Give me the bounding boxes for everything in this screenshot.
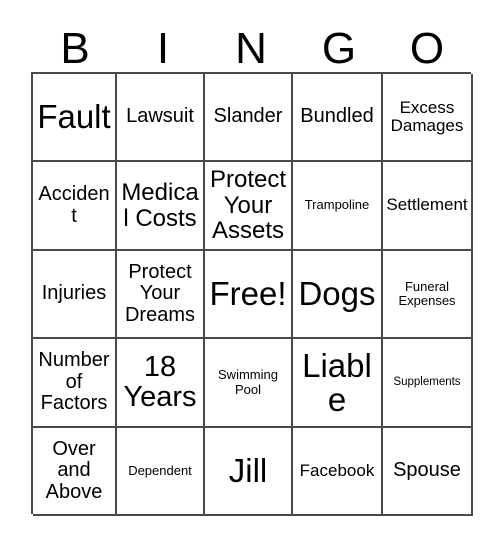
bingo-cell-label: Trampoline [304, 197, 370, 213]
bingo-cell-label: Number of Factors [38, 349, 110, 415]
bingo-cell-label: Fault [37, 98, 111, 136]
bingo-cell-label: Free! [209, 275, 287, 313]
bingo-cell-label: Liable [302, 346, 372, 418]
bingo-cell-label: Bundled [300, 105, 374, 128]
bingo-cell[interactable]: Jill [205, 428, 293, 516]
bingo-cell[interactable]: Excess Damages [383, 74, 473, 162]
bingo-card: B I N G O Fault Lawsuit Slander Bundled … [0, 0, 500, 544]
bingo-cell[interactable]: Number of Factors [33, 339, 117, 428]
bingo-cell[interactable]: Liable [293, 339, 383, 428]
bingo-header-letter-g: G [321, 24, 357, 73]
bingo-cell-label: Medical Costs [121, 178, 199, 232]
bingo-cell-label: Jill [228, 452, 268, 490]
bingo-cell[interactable]: Injuries [33, 251, 117, 339]
bingo-cell[interactable]: Supplements [383, 339, 473, 428]
bingo-cell[interactable]: Funeral Expenses [383, 251, 473, 339]
bingo-cell-label: Dogs [298, 275, 376, 313]
bingo-cell-label: Injuries [41, 282, 107, 305]
bingo-cell-label: Funeral Expenses [398, 278, 456, 308]
bingo-cell[interactable]: Slander [205, 74, 293, 162]
bingo-cell[interactable]: Swimming Pool [205, 339, 293, 428]
bingo-header-letter-n: N [235, 24, 267, 73]
bingo-cell-free-space[interactable]: Free! [205, 251, 293, 339]
bingo-cell[interactable]: Spouse [383, 428, 473, 516]
bingo-cell-label: Swimming Pool [218, 367, 278, 397]
bingo-cell-label: Protect Your Dreams [124, 260, 195, 326]
bingo-header-letter-o: O [409, 24, 445, 73]
bingo-cell[interactable]: Lawsuit [117, 74, 205, 162]
bingo-cell[interactable]: Fault [33, 74, 117, 162]
bingo-cell[interactable]: Over and Above [33, 428, 117, 516]
bingo-header-row: B I N G O [31, 18, 471, 72]
bingo-cell[interactable]: Settlement [383, 162, 473, 251]
bingo-cell[interactable]: Facebook [293, 428, 383, 516]
bingo-cell-label: Protect Your Assets [209, 165, 287, 245]
bingo-cell-label: Excess Damages [390, 97, 464, 135]
bingo-cell[interactable]: Accident [33, 162, 117, 251]
bingo-cell-label: Supplements [393, 376, 461, 389]
bingo-grid: Fault Lawsuit Slander Bundled Excess Dam… [31, 72, 473, 516]
bingo-cell[interactable]: 18 Years [117, 339, 205, 428]
bingo-cell[interactable]: Dogs [293, 251, 383, 339]
bingo-cell[interactable]: Bundled [293, 74, 383, 162]
bingo-cell[interactable]: Protect Your Assets [205, 162, 293, 251]
bingo-header-letter-b: B [60, 24, 90, 73]
bingo-cell[interactable]: Dependent [117, 428, 205, 516]
bingo-cell[interactable]: Protect Your Dreams [117, 251, 205, 339]
bingo-cell-label: 18 Years [123, 350, 197, 413]
bingo-cell[interactable]: Trampoline [293, 162, 383, 251]
bingo-header-letter-i: I [156, 24, 170, 73]
bingo-cell-label: Over and Above [45, 437, 103, 503]
bingo-cell-label: Slander [213, 105, 283, 128]
bingo-cell-label: Dependent [128, 462, 192, 478]
bingo-cell-label: Spouse [393, 459, 461, 482]
bingo-cell-label: Settlement [386, 195, 468, 215]
bingo-cell[interactable]: Medical Costs [117, 162, 205, 251]
bingo-cell-label: Accident [38, 182, 110, 227]
bingo-cell-label: Lawsuit [126, 105, 194, 128]
bingo-cell-label: Facebook [299, 460, 375, 480]
